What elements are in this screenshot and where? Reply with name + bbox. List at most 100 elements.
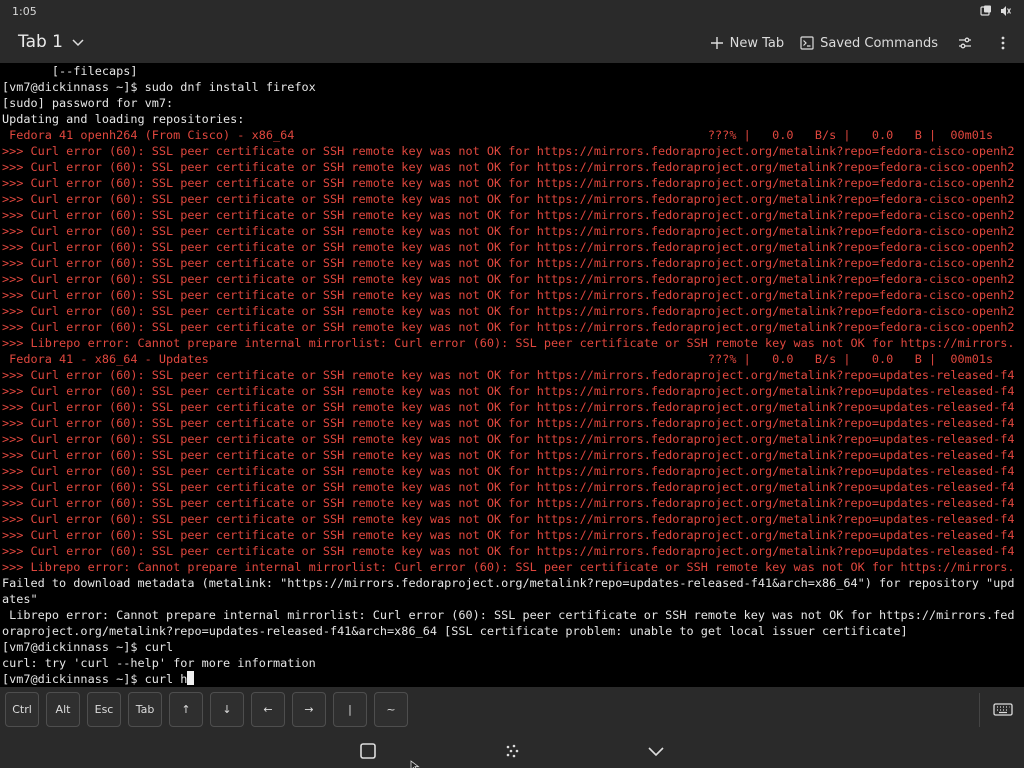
system-navigation-bar	[0, 733, 1024, 768]
key-esc-button[interactable]: Esc	[87, 692, 121, 727]
terminal-line: >>> Curl error (60): SSL peer certificat…	[0, 399, 1024, 415]
key-arrow-up-button[interactable]: ↑	[169, 692, 203, 727]
terminal-line: ates"	[0, 591, 1024, 607]
terminal-line-text: oraproject.org/metalink?repo=updates-rel…	[2, 624, 908, 638]
terminal-line-text: >>> Curl error (60): SSL peer certificat…	[2, 512, 1015, 526]
key-alt-button[interactable]: Alt	[46, 692, 80, 727]
terminal-line: Fedora 41 - x86_64 - Updates ???% | 0.0 …	[0, 351, 1024, 367]
key-tab-button[interactable]: Tab	[128, 692, 162, 727]
settings-sliders-button[interactable]	[954, 32, 976, 54]
terminal-line: >>> Curl error (60): SSL peer certificat…	[0, 367, 1024, 383]
terminal-line-text: curl: try 'curl --help' for more informa…	[2, 656, 316, 670]
terminal-line-text: >>> Librepo error: Cannot prepare intern…	[2, 336, 1015, 350]
terminal-line: >>> Curl error (60): SSL peer certificat…	[0, 207, 1024, 223]
more-vert-icon	[1001, 36, 1005, 50]
saved-commands-label: Saved Commands	[820, 35, 938, 51]
terminal-line-text: >>> Curl error (60): SSL peer certificat…	[2, 400, 1015, 414]
terminal-line: oraproject.org/metalink?repo=updates-rel…	[0, 623, 1024, 639]
terminal-line: >>> Curl error (60): SSL peer certificat…	[0, 383, 1024, 399]
volume-muted-icon	[1001, 6, 1012, 16]
app-toolbar: Tab 1 New Tab Saved Commands	[0, 24, 1024, 63]
key-ctrl-button[interactable]: Ctrl	[5, 692, 39, 727]
overview-square-icon[interactable]	[358, 741, 378, 761]
new-tab-label: New Tab	[729, 35, 785, 51]
terminal-line: >>> Curl error (60): SSL peer certificat…	[0, 239, 1024, 255]
terminal-line-text: Fedora 41 - x86_64 - Updates ???% | 0.0 …	[2, 352, 994, 366]
terminal-line-text: Librepo error: Cannot prepare internal m…	[2, 608, 1015, 622]
keyboard-icon[interactable]	[992, 699, 1014, 721]
terminal-line-text: >>> Curl error (60): SSL peer certificat…	[2, 176, 1015, 190]
terminal-line: Fedora 41 openh264 (From Cisco) - x86_64…	[0, 127, 1024, 143]
terminal-line-text: [vm7@dickinnass ~]$ sudo dnf install fir…	[2, 80, 316, 94]
keybar-divider	[979, 693, 980, 727]
terminal-line: [--filecaps]	[0, 63, 1024, 79]
terminal-line: curl: try 'curl --help' for more informa…	[0, 655, 1024, 671]
terminal-line-text: >>> Curl error (60): SSL peer certificat…	[2, 384, 1015, 398]
system-icons	[980, 5, 1012, 17]
terminal-line: >>> Curl error (60): SSL peer certificat…	[0, 415, 1024, 431]
key-pipe-button[interactable]: |	[333, 692, 367, 727]
terminal-line-text: >>> Curl error (60): SSL peer certificat…	[2, 448, 1015, 462]
terminal-line-text: >>> Curl error (60): SSL peer certificat…	[2, 464, 1015, 478]
terminal-line-text: >>> Curl error (60): SSL peer certificat…	[2, 208, 1015, 222]
text-cursor	[187, 671, 195, 685]
terminal-line-text: >>> Curl error (60): SSL peer certificat…	[2, 256, 1015, 270]
terminal-line-text: >>> Curl error (60): SSL peer certificat…	[2, 528, 1015, 542]
terminal-output[interactable]: [--filecaps] [vm7@dickinnass ~]$ sudo dnf…	[0, 63, 1024, 687]
system-status-bar: 1:05	[0, 0, 1024, 24]
terminal-line-text: >>> Curl error (60): SSL peer certificat…	[2, 320, 1015, 334]
terminal-line: >>> Curl error (60): SSL peer certificat…	[0, 159, 1024, 175]
terminal-icon	[800, 36, 814, 50]
key-arrow-right-button[interactable]: →	[292, 692, 326, 727]
home-dots-icon[interactable]	[502, 741, 522, 761]
new-tab-button[interactable]: New Tab	[710, 35, 785, 51]
terminal-line: [vm7@dickinnass ~]$ curl	[0, 639, 1024, 655]
terminal-line: >>> Curl error (60): SSL peer certificat…	[0, 271, 1024, 287]
toolbar-actions: New Tab Saved Commands	[710, 32, 1014, 54]
terminal-line: >>> Curl error (60): SSL peer certificat…	[0, 303, 1024, 319]
terminal-line: >>> Curl error (60): SSL peer certificat…	[0, 511, 1024, 527]
terminal-line: >>> Curl error (60): SSL peer certificat…	[0, 255, 1024, 271]
terminal-line-text: ates"	[2, 592, 38, 606]
terminal-line: >>> Curl error (60): SSL peer certificat…	[0, 527, 1024, 543]
terminal-line: Failed to download metadata (metalink: "…	[0, 575, 1024, 591]
extra-keys-bar: Ctrl Alt Esc Tab ↑ ↓ ← → | ~	[0, 687, 1024, 733]
overflow-menu-button[interactable]	[992, 32, 1014, 54]
terminal-line-text: >>> Curl error (60): SSL peer certificat…	[2, 224, 1015, 238]
saved-commands-button[interactable]: Saved Commands	[800, 36, 938, 51]
terminal-line-text: [sudo] password for vm7:	[2, 96, 174, 110]
hide-keyboard-chevron-icon[interactable]	[646, 741, 666, 761]
terminal-line: >>> Librepo error: Cannot prepare intern…	[0, 559, 1024, 575]
terminal-line-text: Updating and loading repositories:	[2, 112, 245, 126]
terminal-line: >>> Curl error (60): SSL peer certificat…	[0, 431, 1024, 447]
tab-label: Tab 1	[18, 32, 63, 52]
mouse-pointer-icon	[410, 760, 420, 768]
terminal-line-text: >>> Curl error (60): SSL peer certificat…	[2, 144, 1015, 158]
terminal-prompt-line: [vm7@dickinnass ~]$ curl h	[0, 671, 1024, 687]
terminal-line: Librepo error: Cannot prepare internal m…	[0, 607, 1024, 623]
terminal-line-text: [vm7@dickinnass ~]$ curl	[2, 640, 174, 654]
terminal-line-text: >>> Librepo error: Cannot prepare intern…	[2, 560, 1015, 574]
terminal-line: [sudo] password for vm7:	[0, 95, 1024, 111]
chevron-down-icon	[72, 39, 84, 47]
plus-icon	[710, 37, 723, 49]
terminal-line: >>> Curl error (60): SSL peer certificat…	[0, 479, 1024, 495]
terminal-line: Updating and loading repositories:	[0, 111, 1024, 127]
terminal-line-text: >>> Curl error (60): SSL peer certificat…	[2, 272, 1015, 286]
key-tilde-button[interactable]: ~	[374, 692, 408, 727]
terminal-line: >>> Curl error (60): SSL peer certificat…	[0, 191, 1024, 207]
terminal-line-text: [vm7@dickinnass ~]$ curl h	[2, 672, 188, 686]
terminal-line: >>> Curl error (60): SSL peer certificat…	[0, 463, 1024, 479]
tab-selector[interactable]: Tab 1	[18, 32, 85, 52]
key-arrow-down-button[interactable]: ↓	[210, 692, 244, 727]
terminal-line: >>> Curl error (60): SSL peer certificat…	[0, 175, 1024, 191]
terminal-line-text: >>> Curl error (60): SSL peer certificat…	[2, 192, 1015, 206]
terminal-line-text: >>> Curl error (60): SSL peer certificat…	[2, 368, 1015, 382]
terminal-line-text: >>> Curl error (60): SSL peer certificat…	[2, 288, 1015, 302]
key-arrow-left-button[interactable]: ←	[251, 692, 285, 727]
terminal-line-text: [--filecaps]	[2, 64, 138, 78]
terminal-line: >>> Curl error (60): SSL peer certificat…	[0, 287, 1024, 303]
terminal-line: >>> Curl error (60): SSL peer certificat…	[0, 223, 1024, 239]
terminal-line: >>> Curl error (60): SSL peer certificat…	[0, 447, 1024, 463]
terminal-line-text: >>> Curl error (60): SSL peer certificat…	[2, 432, 1015, 446]
